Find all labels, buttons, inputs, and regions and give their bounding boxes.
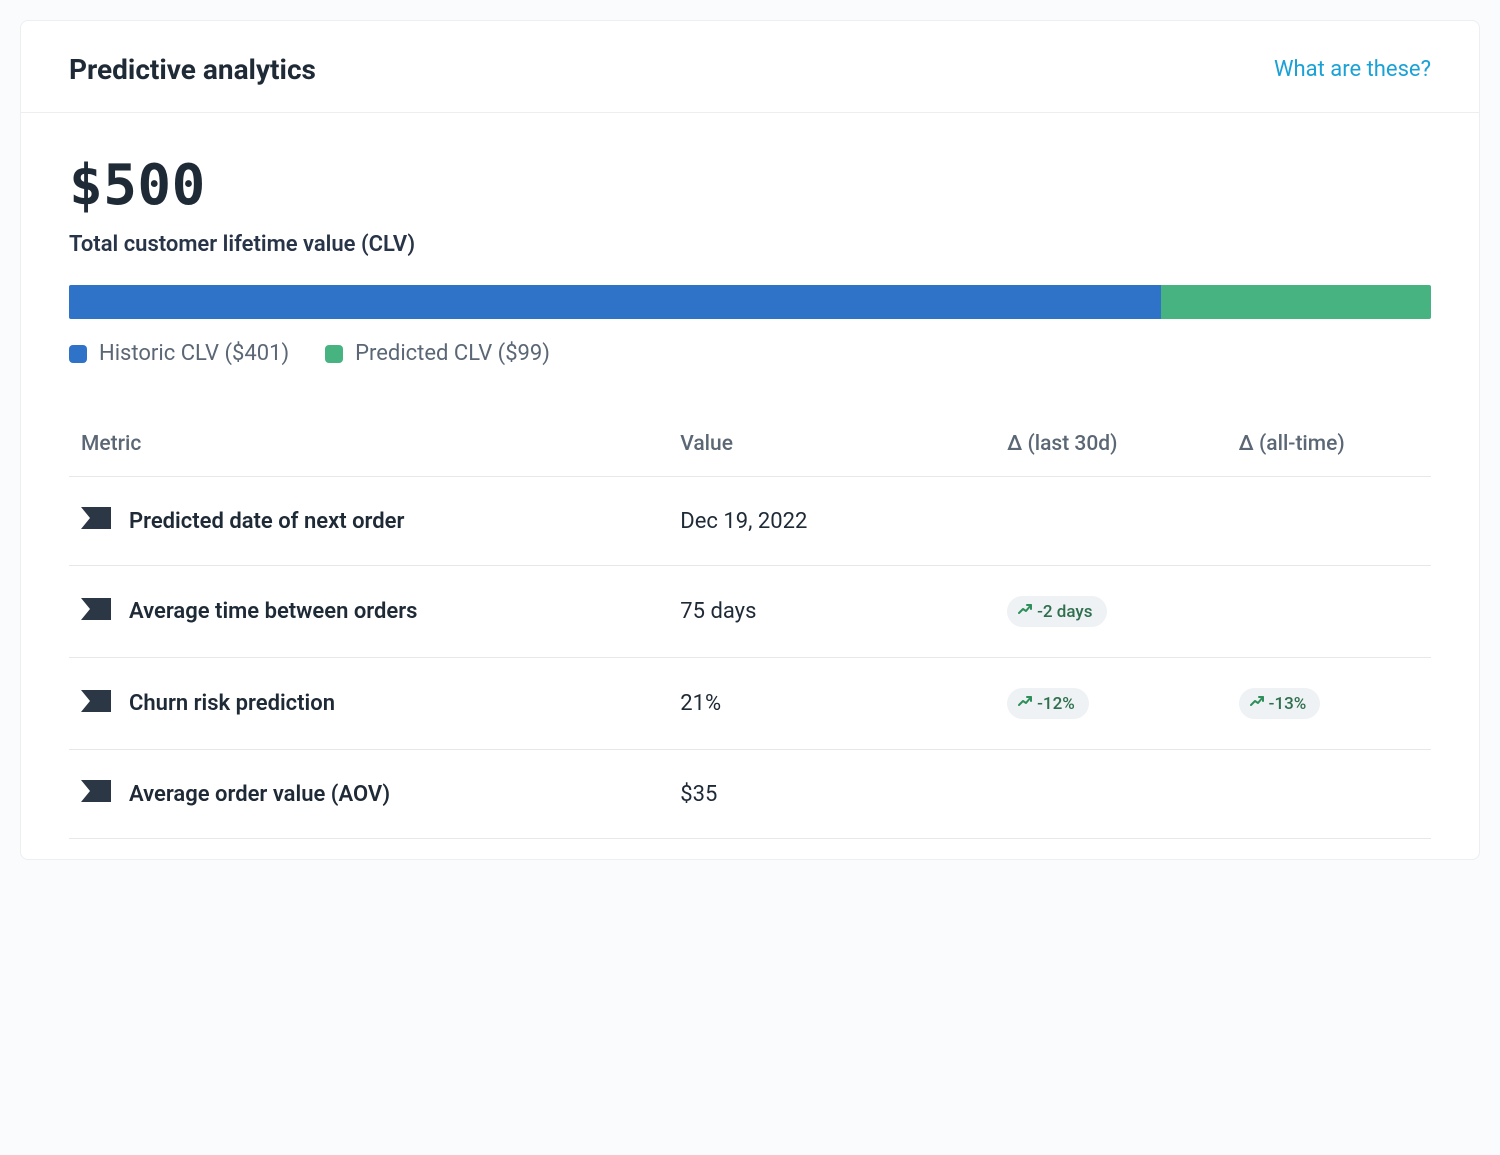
table-row: Predicted date of next order Dec 19, 2022	[69, 477, 1431, 566]
legend-predicted-label: Predicted CLV ($99)	[355, 341, 550, 366]
trend-up-icon	[1017, 693, 1033, 714]
tag-icon	[81, 598, 111, 626]
card-body: $500 Total customer lifetime value (CLV)…	[21, 113, 1479, 859]
metric-d30	[995, 750, 1227, 839]
col-header-d30: Δ (last 30d)	[995, 418, 1227, 477]
metric-label: Average time between orders	[129, 599, 417, 624]
col-header-value: Value	[668, 418, 995, 477]
legend-predicted: Predicted CLV ($99)	[325, 341, 550, 366]
predictive-analytics-card: Predictive analytics What are these? $50…	[20, 20, 1480, 860]
col-header-dall: Δ (all-time)	[1227, 418, 1431, 477]
table-row: Average order value (AOV) $35	[69, 750, 1431, 839]
metric-dall	[1227, 477, 1431, 566]
metric-dall	[1227, 750, 1431, 839]
table-row: Average time between orders 75 days -2 day…	[69, 566, 1431, 658]
metric-d30: -2 days	[995, 566, 1227, 658]
metric-label: Predicted date of next order	[129, 509, 404, 534]
metric-value: 21%	[668, 658, 995, 750]
legend-historic: Historic CLV ($401)	[69, 341, 289, 366]
card-header: Predictive analytics What are these?	[21, 21, 1479, 113]
metric-value: Dec 19, 2022	[668, 477, 995, 566]
table-row: Churn risk prediction 21% -12% -13%	[69, 658, 1431, 750]
metric-d30	[995, 477, 1227, 566]
tag-icon	[81, 507, 111, 535]
metric-value: $35	[668, 750, 995, 839]
swatch-predicted	[325, 345, 343, 363]
metric-d30: -12%	[995, 658, 1227, 750]
metric-dall	[1227, 566, 1431, 658]
legend-historic-label: Historic CLV ($401)	[99, 341, 289, 366]
delta-value: -2 days	[1037, 602, 1092, 622]
metric-dall: -13%	[1227, 658, 1431, 750]
card-title: Predictive analytics	[69, 53, 316, 86]
metric-label: Average order value (AOV)	[129, 782, 390, 807]
metrics-table: Metric Value Δ (last 30d) Δ (all-time) P…	[69, 418, 1431, 839]
clv-total-value: $500	[69, 153, 1431, 218]
clv-legend: Historic CLV ($401) Predicted CLV ($99)	[69, 341, 1431, 366]
tag-icon	[81, 780, 111, 808]
clv-bar-predicted	[1161, 285, 1431, 319]
metric-value: 75 days	[668, 566, 995, 658]
metrics-tbody: Predicted date of next order Dec 19, 2022…	[69, 477, 1431, 839]
delta-value: -13%	[1269, 694, 1307, 714]
clv-bar-historic	[69, 285, 1161, 319]
swatch-historic	[69, 345, 87, 363]
metric-label: Churn risk prediction	[129, 691, 335, 716]
delta-pill: -2 days	[1007, 596, 1106, 627]
clv-stacked-bar	[69, 285, 1431, 319]
trend-up-icon	[1017, 601, 1033, 622]
delta-value: -12%	[1037, 694, 1075, 714]
delta-pill: -12%	[1007, 688, 1089, 719]
col-header-metric: Metric	[69, 418, 668, 477]
clv-total-label: Total customer lifetime value (CLV)	[69, 232, 1431, 257]
help-link[interactable]: What are these?	[1274, 57, 1431, 82]
trend-up-icon	[1249, 693, 1265, 714]
delta-pill: -13%	[1239, 688, 1321, 719]
tag-icon	[81, 690, 111, 718]
